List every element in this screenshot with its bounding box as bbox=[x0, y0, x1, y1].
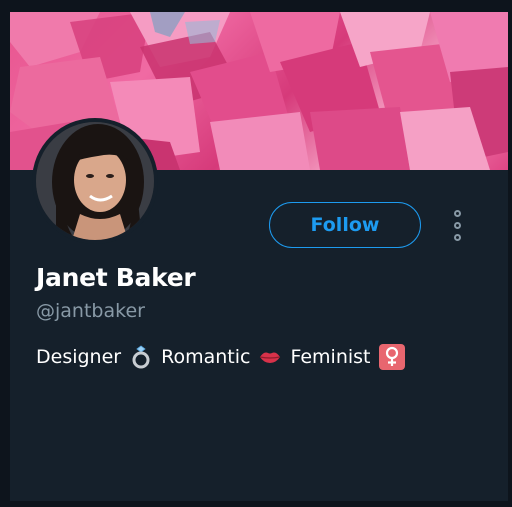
profile-card: Follow Janet Baker @jantbaker Designer R… bbox=[10, 12, 508, 501]
follow-button[interactable]: Follow bbox=[269, 202, 421, 248]
profile-name: Janet Baker bbox=[36, 263, 196, 292]
bio-text-romantic: Romantic bbox=[161, 346, 251, 368]
profile-handle: @jantbaker bbox=[36, 300, 145, 322]
profile-bio: Designer Romantic Feminist bbox=[36, 344, 405, 370]
bio-text-feminist: Feminist bbox=[290, 346, 371, 368]
avatar-image bbox=[36, 122, 154, 240]
lips-icon bbox=[260, 352, 281, 363]
bio-text-designer: Designer bbox=[36, 346, 122, 368]
avatar-border[interactable] bbox=[32, 118, 158, 244]
avatar[interactable] bbox=[36, 122, 154, 240]
female-sign-glyph bbox=[385, 346, 398, 366]
vertical-ellipsis-dot bbox=[454, 234, 461, 241]
vertical-ellipsis-dot bbox=[454, 222, 461, 229]
vertical-ellipsis-icon bbox=[454, 210, 461, 217]
ring-icon bbox=[132, 345, 150, 369]
female-sign-icon bbox=[378, 344, 405, 370]
more-options-button[interactable] bbox=[446, 208, 470, 244]
